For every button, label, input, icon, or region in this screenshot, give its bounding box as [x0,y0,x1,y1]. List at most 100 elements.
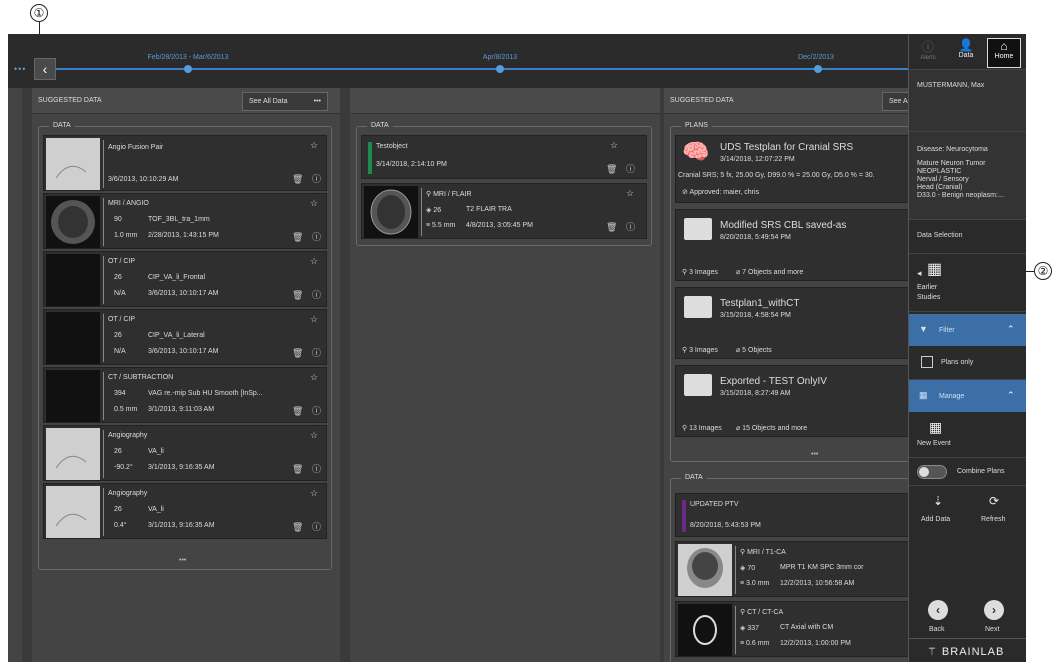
info-icon[interactable]: ⓘ [312,406,321,416]
plans-only-checkbox[interactable]: Plans only [909,346,1026,380]
series-name: VA_li [148,506,164,513]
studies-label: Studies [917,294,941,301]
plan-folder-card[interactable]: Testplan1_withCT 3/15/2018, 4:58:54 PM ⚲… [675,287,915,359]
new-event-button[interactable]: ▦ New Event [909,412,1026,458]
image-count: ⚲ 3 Images [682,269,718,276]
timeline-marker-1[interactable] [184,65,192,73]
data-button[interactable]: 👤 Data [949,38,983,68]
slice-count: ◈ 70 [740,565,756,572]
star-icon[interactable]: ☆ [310,488,318,498]
next-button[interactable]: › Next [981,600,1011,636]
info-icon[interactable]: ⓘ [312,464,321,474]
updated-ptv-card[interactable]: UPDATED PTV 8/20/2018, 5:43:53 PM [675,493,915,537]
trash-icon[interactable]: 🗑 [292,522,303,532]
calendar-add-icon: ▦ [929,419,943,435]
plan-folder-card[interactable]: Modified SRS CBL saved-as 8/20/2018, 5:4… [675,209,915,281]
info-icon[interactable]: ⓘ [312,348,321,358]
star-icon[interactable]: ☆ [310,140,318,150]
series-date: 12/2/2013, 10:56:58 AM [780,580,855,587]
star-icon[interactable]: ☆ [610,140,618,150]
star-icon[interactable]: ☆ [310,256,318,266]
trash-icon[interactable]: 🗑 [292,232,303,242]
filter-icon: ▼ [919,324,928,334]
info-icon[interactable]: ⓘ [312,232,321,242]
series-card[interactable]: MRI / ANGIO 90 TOF_3BL_tra_1mm 1.0 mm 2/28/2… [43,193,327,249]
modality: Angiography [108,490,148,497]
trash-icon[interactable]: 🗑 [292,406,303,416]
data-group-label: DATA [49,122,75,129]
series-card[interactable]: Angio Fusion Pair 3/6/2013, 10:10:29 AM ☆ 🗑… [43,135,327,191]
disease-line: Nerval / Sensory [917,176,969,183]
trash-icon[interactable]: 🗑 [606,164,617,174]
patient-section: MUSTERMANN, Max [909,70,1026,132]
timeline-marker-2[interactable] [496,65,504,73]
add-data-button[interactable]: ⇣ Add Data [915,494,965,528]
info-icon[interactable]: ⓘ [312,290,321,300]
modality: CT / SUBTRACTION [108,374,174,381]
folder-icon [684,218,712,240]
checkbox[interactable] [921,356,933,368]
plan-approval: ⊘ Approved: maier, chris [682,189,760,196]
mri-flair-card[interactable]: ⚲ MRI / FLAIR ◈ 26 T2 FLAIR TRA ≡ 5.5 mm… [361,183,647,239]
star-icon[interactable]: ☆ [626,188,634,198]
modality: ⚲ MRI / FLAIR [426,191,472,198]
show-more-button[interactable]: ••• [811,451,818,458]
next-arrow-icon: › [984,600,1004,620]
patient-data-icon: 👤 [958,38,974,52]
trash-icon[interactable]: 🗑 [606,222,617,232]
plan-card[interactable]: 🧠 UDS Testplan for Cranial SRS 3/14/2018… [675,135,915,203]
add-data-label: Add Data [921,516,951,523]
disease-line: Mature Neuron Tumor [917,160,986,167]
trash-icon[interactable]: 🗑 [292,348,303,358]
timeline-date-3[interactable]: Dec/2/2013 [756,54,876,61]
testobject-card[interactable]: Testobject 3/14/2018, 2:14:10 PM ☆ 🗑 ⓘ [361,135,647,179]
refresh-button[interactable]: ⟳ Refresh [971,494,1021,528]
star-icon[interactable]: ☆ [310,430,318,440]
info-icon[interactable]: ⓘ [626,164,635,174]
star-icon[interactable]: ☆ [310,372,318,382]
earlier-studies-button[interactable]: ◂ ▦ Earlier Studies [909,254,1026,312]
folder-date: 8/20/2018, 5:49:54 PM [720,234,791,241]
timeline-back-button[interactable]: ‹ [34,58,56,80]
series-card[interactable]: OT / CIP 26 CIP_VA_li_Frontal N/A 3/6/2013, … [43,251,327,307]
see-all-data-button[interactable]: See All Data ••• [242,92,328,111]
new-event-label: New Event [917,440,951,447]
timeline-date-1[interactable]: Feb/28/2013 - Mar/6/2013 [128,54,248,61]
series-card[interactable]: Angiography 26 VA_li -90.2° 3/1/2013, 9:16:3… [43,425,327,481]
info-icon[interactable]: ⓘ [626,222,635,232]
alerts-button[interactable]: ⓘ Alerts [911,38,945,68]
slice-count: ◈ 337 [740,625,760,632]
filter-bar[interactable]: ▼ Filter ⌃ [909,314,1026,346]
folder-title: Exported - TEST OnlyIV [720,376,827,387]
back-button[interactable]: ‹ Back [925,600,955,636]
slice-count: 26 [114,448,122,455]
home-button[interactable]: ⌂ Home [987,38,1021,68]
toggle-switch[interactable] [917,465,947,479]
series-name: VAG re.-mip Sub HU Smooth [InSp... [148,390,263,397]
modality: OT / CIP [108,258,136,265]
trash-icon[interactable]: 🗑 [292,174,303,184]
mri-t1-card[interactable]: ⚲ MRI / T1-CA ◈ 70 MPR T1 KM SPC 3mm cor… [675,541,915,597]
trash-icon[interactable]: 🗑 [292,464,303,474]
timeline-date-2[interactable]: Apr/8/2013 [440,54,560,61]
info-icon[interactable]: ⓘ [312,522,321,532]
timeline-marker-3[interactable] [814,65,822,73]
star-icon[interactable]: ☆ [310,314,318,324]
brainlab-logo: ⚚ BRAINLAB [927,646,1005,658]
manage-bar[interactable]: ▦ Manage ⌃ [909,380,1026,412]
combine-plans-toggle[interactable]: Combine Plans [909,458,1026,486]
series-card[interactable]: Angiography 26 VA_li 0.4° 3/1/2013, 9:16:35 … [43,483,327,539]
trash-icon[interactable]: 🗑 [292,290,303,300]
modality: MRI / ANGIO [108,200,149,207]
ct-card[interactable]: ⚲ CT / CT-CA ◈ 337 CT Axial with CM ≡ 0.… [675,601,915,657]
card-title: Angio Fusion Pair [108,144,164,151]
mri-brain-thumbnail [364,186,422,238]
brainlab-app: ••• ‹ Feb/28/2013 - Mar/6/2013 Apr/8/201… [8,34,1026,662]
series-card[interactable]: CT / SUBTRACTION 394 VAG re.-mip Sub HU Sm… [43,367,327,423]
show-more-button[interactable]: ••• [179,557,186,564]
star-icon[interactable]: ☆ [310,198,318,208]
timeline-more-dots[interactable]: ••• [14,64,26,74]
info-icon[interactable]: ⓘ [312,174,321,184]
series-card[interactable]: OT / CIP 26 CIP_VA_li_Lateral N/A 3/6/2013, … [43,309,327,365]
plan-folder-card[interactable]: Exported - TEST OnlyIV 3/15/2018, 8:27:4… [675,365,915,437]
